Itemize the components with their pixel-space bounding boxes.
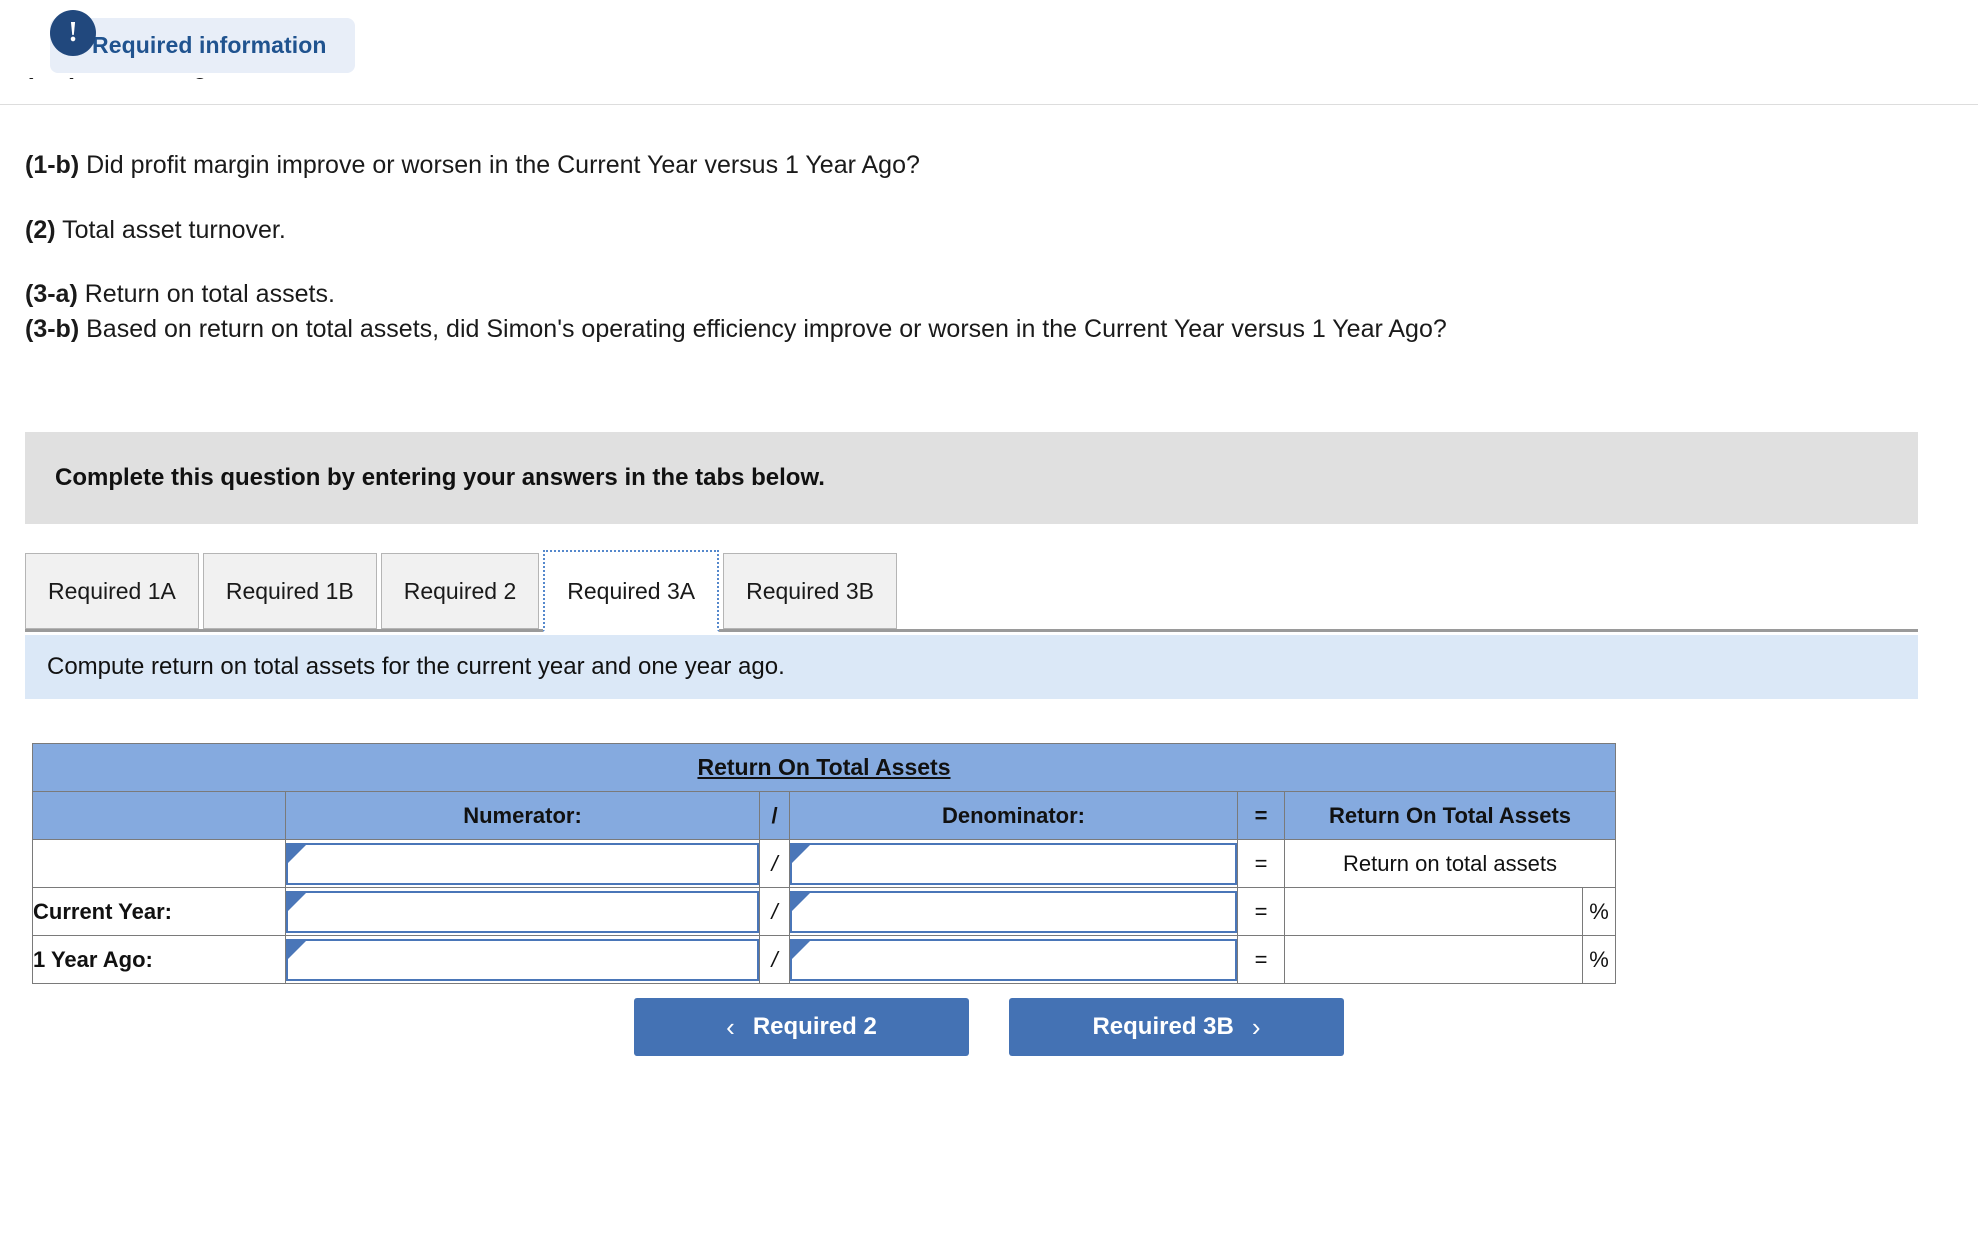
header-label-col xyxy=(32,791,286,840)
percent-sign-current-year: % xyxy=(1582,887,1616,936)
question-text-1b: Did profit margin improve or worsen in t… xyxy=(86,151,920,179)
page-root: ! Required information (1-a) Profit marg… xyxy=(0,0,1978,1250)
tab-label: Required 3A xyxy=(567,577,696,604)
denominator-input-formula[interactable] xyxy=(790,842,1237,885)
requirement-tabs: Required 1A Required 1B Required 2 Requi… xyxy=(25,550,1918,632)
complete-question-text: Complete this question by entering your … xyxy=(55,464,825,491)
result-input-cell-current-year[interactable] xyxy=(1284,887,1583,936)
header-divider xyxy=(0,104,1978,105)
percent-sign-one-year-ago: % xyxy=(1582,935,1616,984)
required-information-pill: Required information xyxy=(50,18,355,73)
header-result: Return On Total Assets xyxy=(1284,791,1616,840)
numerator-input-formula[interactable] xyxy=(286,842,759,885)
question-text-3b: Based on return on total assets, did Sim… xyxy=(86,314,1447,343)
table-title-text: Return On Total Assets xyxy=(697,754,951,780)
question-number-3b: (3-b) xyxy=(25,314,80,343)
tab-required-2[interactable]: Required 2 xyxy=(380,553,540,629)
result-input-cell-one-year-ago[interactable] xyxy=(1284,935,1583,984)
header-equals: = xyxy=(1237,791,1285,840)
denominator-input-cell-one-year-ago[interactable] xyxy=(789,935,1238,984)
table-row: Current Year: / = % xyxy=(32,887,1616,936)
tab-label: Required 2 xyxy=(403,577,517,604)
slash-formula: / xyxy=(759,839,790,888)
result-input-current-year[interactable] xyxy=(1285,890,1582,933)
denominator-input-cell-current-year[interactable] xyxy=(789,887,1238,936)
question-number-1b: (1-b) xyxy=(25,151,80,179)
denominator-input-cell-formula[interactable] xyxy=(789,839,1238,888)
equals-formula: = xyxy=(1237,839,1285,888)
table-row: 1 Year Ago: / = % xyxy=(32,935,1616,984)
slash-one-year-ago: / xyxy=(759,935,790,984)
header-denominator: Denominator: xyxy=(789,791,1238,840)
table-row: / = Return on total assets xyxy=(32,839,1616,888)
previous-requirement-button[interactable]: ‹ Required 2 xyxy=(634,998,969,1056)
numerator-input-cell-current-year[interactable] xyxy=(285,887,760,936)
question-text-2: Total asset turnover. xyxy=(62,215,286,244)
previous-requirement-label: Required 2 xyxy=(752,1013,877,1040)
question-item-1b: (1-b) Did profit margin improve or worse… xyxy=(25,150,1925,181)
row-label-formula xyxy=(32,839,286,888)
tab-label: Required 1B xyxy=(225,577,354,604)
question-item-3a: (3-a) Return on total assets. xyxy=(25,279,1925,310)
clipped-question-line: (1-a) Profit margin ratio. xyxy=(25,78,289,81)
equals-current-year: = xyxy=(1237,887,1285,936)
next-requirement-button[interactable]: Required 3B › xyxy=(1009,998,1344,1056)
chevron-right-icon: › xyxy=(1251,1011,1261,1042)
numerator-input-current-year[interactable] xyxy=(286,890,759,933)
denominator-input-one-year-ago[interactable] xyxy=(790,938,1237,981)
question-item-3b: (3-b) Based on return on total assets, d… xyxy=(25,314,1925,345)
question-number-3a: (3-a) xyxy=(25,280,78,308)
tab-required-1b[interactable]: Required 1B xyxy=(202,553,377,629)
numerator-input-cell-one-year-ago[interactable] xyxy=(285,935,760,984)
equals-one-year-ago: = xyxy=(1237,935,1285,984)
next-requirement-label: Required 3B xyxy=(1092,1013,1234,1040)
tab-required-3b[interactable]: Required 3B xyxy=(723,553,897,629)
numerator-input-one-year-ago[interactable] xyxy=(286,938,759,981)
row-label-current-year: Current Year: xyxy=(32,887,286,936)
return-on-total-assets-table: Return On Total Assets Numerator: / Deno… xyxy=(32,743,1616,984)
clipped-question-text: Profit margin ratio. xyxy=(85,78,289,80)
complete-question-banner: Complete this question by entering your … xyxy=(25,432,1918,524)
table-header-row: Numerator: / Denominator: = Return On To… xyxy=(32,791,1616,840)
question-item-2: (2) Total asset turnover. xyxy=(25,215,1925,246)
table-title-cell: Return On Total Assets xyxy=(32,743,1616,792)
result-label-formula: Return on total assets xyxy=(1284,839,1616,888)
exclamation-icon: ! xyxy=(50,10,96,56)
chevron-left-icon: ‹ xyxy=(726,1011,735,1042)
question-list: (1-b) Did profit margin improve or worse… xyxy=(25,150,1925,378)
required-information-label: Required information xyxy=(92,32,327,58)
tab-label: Required 3B xyxy=(746,577,874,604)
clipped-question-number: (1-a) xyxy=(25,78,78,80)
clipped-question-region: (1-a) Profit margin ratio. xyxy=(0,78,1978,104)
header-numerator: Numerator: xyxy=(285,791,760,840)
numerator-input-cell-formula[interactable] xyxy=(285,839,760,888)
slash-current-year: / xyxy=(759,887,790,936)
question-number-2: (2) xyxy=(25,215,56,244)
table-title-row: Return On Total Assets xyxy=(32,743,1616,792)
tab-required-3a[interactable]: Required 3A xyxy=(543,550,720,632)
tab-instruction-text: Compute return on total assets for the c… xyxy=(47,653,785,680)
tab-required-1a[interactable]: Required 1A xyxy=(25,553,199,629)
denominator-input-current-year[interactable] xyxy=(790,890,1237,933)
row-label-one-year-ago: 1 Year Ago: xyxy=(32,935,286,984)
required-information-banner: ! Required information xyxy=(40,10,355,73)
tab-label: Required 1A xyxy=(48,577,176,604)
tab-instruction-bar: Compute return on total assets for the c… xyxy=(25,635,1918,699)
question-text-3a: Return on total assets. xyxy=(84,280,335,308)
navigation-buttons: ‹ Required 2 Required 3B › xyxy=(0,998,1978,1056)
header-slash: / xyxy=(759,791,790,840)
result-input-one-year-ago[interactable] xyxy=(1285,938,1582,981)
